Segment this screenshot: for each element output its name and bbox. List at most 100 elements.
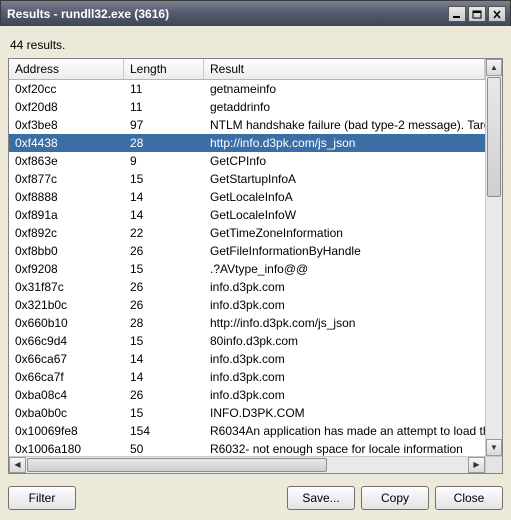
cell-address: 0x660b10 bbox=[9, 316, 124, 330]
scroll-right-button[interactable]: ▶ bbox=[468, 457, 485, 473]
cell-length: 22 bbox=[124, 226, 204, 240]
client-area: 44 results. Address Length Result 0xf20c… bbox=[0, 26, 511, 520]
close-dialog-button[interactable]: Close bbox=[435, 486, 503, 510]
cell-result: GetStartupInfoA bbox=[204, 172, 485, 186]
cell-address: 0x31f87c bbox=[9, 280, 124, 294]
table-row[interactable]: 0xf863e9GetCPInfo bbox=[9, 152, 485, 170]
maximize-button[interactable] bbox=[468, 6, 486, 22]
titlebar: Results - rundll32.exe (3616) bbox=[1, 1, 510, 27]
vertical-scrollbar[interactable]: ▲ ▼ bbox=[485, 59, 502, 456]
cell-address: 0x66ca7f bbox=[9, 370, 124, 384]
table-row[interactable]: 0xf20cc11getnameinfo bbox=[9, 80, 485, 98]
copy-button[interactable]: Copy bbox=[361, 486, 429, 510]
cell-address: 0xf20cc bbox=[9, 82, 124, 96]
cell-length: 15 bbox=[124, 334, 204, 348]
cell-result: info.d3pk.com bbox=[204, 352, 485, 366]
table-row[interactable]: 0x66c9d41580info.d3pk.com bbox=[9, 332, 485, 350]
cell-length: 97 bbox=[124, 118, 204, 132]
table-row[interactable]: 0xf891a14GetLocaleInfoW bbox=[9, 206, 485, 224]
cell-address: 0x10069fe8 bbox=[9, 424, 124, 438]
cell-length: 15 bbox=[124, 262, 204, 276]
table-row[interactable]: 0xf8bb026GetFileInformationByHandle bbox=[9, 242, 485, 260]
scroll-up-button[interactable]: ▲ bbox=[486, 59, 502, 76]
cell-address: 0xf8bb0 bbox=[9, 244, 124, 258]
scrollbar-corner bbox=[485, 456, 502, 473]
table-row[interactable]: 0xf877c15GetStartupInfoA bbox=[9, 170, 485, 188]
cell-result: .?AVtype_info@@ bbox=[204, 262, 485, 276]
cell-length: 11 bbox=[124, 82, 204, 96]
column-header-length[interactable]: Length bbox=[124, 59, 204, 79]
cell-length: 14 bbox=[124, 352, 204, 366]
cell-length: 14 bbox=[124, 370, 204, 384]
filter-button[interactable]: Filter bbox=[8, 486, 76, 510]
cell-length: 26 bbox=[124, 388, 204, 402]
cell-length: 14 bbox=[124, 190, 204, 204]
cell-result: GetCPInfo bbox=[204, 154, 485, 168]
cell-result: info.d3pk.com bbox=[204, 280, 485, 294]
table-row[interactable]: 0x321b0c26info.d3pk.com bbox=[9, 296, 485, 314]
table-row[interactable]: 0xf3be897NTLM handshake failure (bad typ… bbox=[9, 116, 485, 134]
close-button[interactable] bbox=[488, 6, 506, 22]
table-row[interactable]: 0x660b1028http://info.d3pk.com/js_json bbox=[9, 314, 485, 332]
window-title: Results - rundll32.exe (3616) bbox=[7, 7, 448, 21]
cell-result: NTLM handshake failure (bad type-2 messa… bbox=[204, 118, 485, 132]
table-row[interactable]: 0x1006a18050R6032- not enough space for … bbox=[9, 440, 485, 456]
table-row[interactable]: 0x66ca6714info.d3pk.com bbox=[9, 350, 485, 368]
button-bar: Filter Save... Copy Close bbox=[8, 484, 503, 512]
cell-length: 26 bbox=[124, 298, 204, 312]
cell-length: 26 bbox=[124, 280, 204, 294]
horizontal-scroll-thumb[interactable] bbox=[27, 458, 327, 472]
cell-result: getaddrinfo bbox=[204, 100, 485, 114]
cell-address: 0xf863e bbox=[9, 154, 124, 168]
results-table: Address Length Result 0xf20cc11getnamein… bbox=[8, 58, 503, 474]
cell-result: GetLocaleInfoW bbox=[204, 208, 485, 222]
vertical-scroll-thumb[interactable] bbox=[487, 77, 501, 197]
table-row[interactable]: 0x66ca7f14info.d3pk.com bbox=[9, 368, 485, 386]
cell-result: info.d3pk.com bbox=[204, 388, 485, 402]
cell-address: 0xf4438 bbox=[9, 136, 124, 150]
cell-length: 15 bbox=[124, 172, 204, 186]
table-row[interactable]: 0xf443828http://info.d3pk.com/js_json bbox=[9, 134, 485, 152]
cell-address: 0xba08c4 bbox=[9, 388, 124, 402]
table-body: 0xf20cc11getnameinfo0xf20d811getaddrinfo… bbox=[9, 80, 485, 456]
cell-address: 0xf8888 bbox=[9, 190, 124, 204]
cell-result: GetTimeZoneInformation bbox=[204, 226, 485, 240]
table-row[interactable]: 0xf920815.?AVtype_info@@ bbox=[9, 260, 485, 278]
cell-result: GetLocaleInfoA bbox=[204, 190, 485, 204]
minimize-button[interactable] bbox=[448, 6, 466, 22]
cell-address: 0xf9208 bbox=[9, 262, 124, 276]
cell-address: 0x66c9d4 bbox=[9, 334, 124, 348]
cell-length: 14 bbox=[124, 208, 204, 222]
column-header-result[interactable]: Result bbox=[204, 59, 485, 79]
cell-length: 28 bbox=[124, 136, 204, 150]
cell-length: 11 bbox=[124, 100, 204, 114]
cell-length: 50 bbox=[124, 442, 204, 456]
horizontal-scrollbar[interactable]: ◀ ▶ bbox=[9, 456, 485, 473]
cell-result: getnameinfo bbox=[204, 82, 485, 96]
cell-address: 0xf877c bbox=[9, 172, 124, 186]
table-row[interactable]: 0xba08c426info.d3pk.com bbox=[9, 386, 485, 404]
table-row[interactable]: 0xf892c22GetTimeZoneInformation bbox=[9, 224, 485, 242]
table-row[interactable]: 0xf20d811getaddrinfo bbox=[9, 98, 485, 116]
cell-address: 0x1006a180 bbox=[9, 442, 124, 456]
cell-result: INFO.D3PK.COM bbox=[204, 406, 485, 420]
table-row[interactable]: 0xba0b0c15INFO.D3PK.COM bbox=[9, 404, 485, 422]
scroll-left-button[interactable]: ◀ bbox=[9, 457, 26, 473]
cell-length: 28 bbox=[124, 316, 204, 330]
cell-result: R6032- not enough space for locale infor… bbox=[204, 442, 485, 456]
column-header-address[interactable]: Address bbox=[9, 59, 124, 79]
cell-result: http://info.d3pk.com/js_json bbox=[204, 136, 485, 150]
table-row[interactable]: 0x10069fe8154R6034An application has mad… bbox=[9, 422, 485, 440]
table-row[interactable]: 0xf888814GetLocaleInfoA bbox=[9, 188, 485, 206]
cell-length: 15 bbox=[124, 406, 204, 420]
cell-result: GetFileInformationByHandle bbox=[204, 244, 485, 258]
cell-address: 0xf891a bbox=[9, 208, 124, 222]
table-row[interactable]: 0x31f87c26info.d3pk.com bbox=[9, 278, 485, 296]
result-count-label: 44 results. bbox=[8, 34, 503, 58]
save-button[interactable]: Save... bbox=[287, 486, 355, 510]
cell-result: 80info.d3pk.com bbox=[204, 334, 485, 348]
window-controls bbox=[448, 6, 506, 22]
cell-length: 154 bbox=[124, 424, 204, 438]
scroll-down-button[interactable]: ▼ bbox=[486, 439, 502, 456]
cell-length: 26 bbox=[124, 244, 204, 258]
